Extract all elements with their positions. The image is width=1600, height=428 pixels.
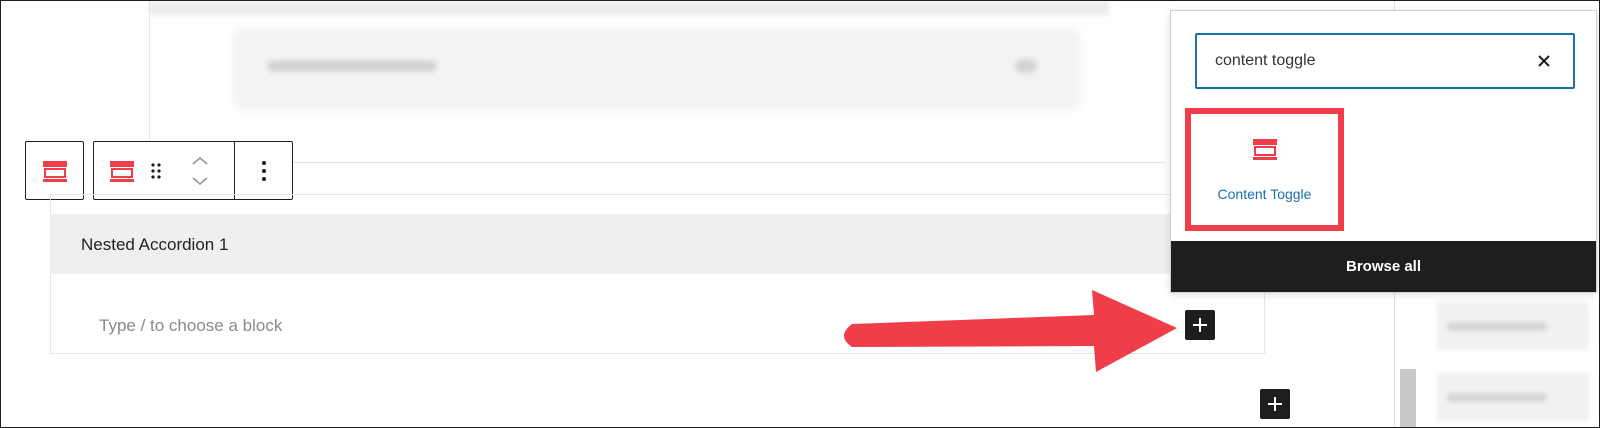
more-vertical-icon — [261, 160, 266, 181]
block-placeholder[interactable]: Type / to choose a block — [99, 316, 282, 336]
close-icon — [1538, 55, 1550, 67]
accordion-title-bar[interactable] — [50, 214, 1265, 274]
highlight-frame: Content Toggle — [1185, 108, 1344, 231]
block-toolbar — [93, 141, 293, 200]
accordion-title[interactable]: Nested Accordion 1 — [81, 235, 228, 255]
chevron-up-down-icon — [192, 156, 208, 185]
sidebar-blurred-item — [1437, 302, 1589, 350]
search-input[interactable]: content toggle — [1215, 52, 1316, 70]
sidebar-scrollbar[interactable] — [1400, 369, 1416, 427]
plus-icon — [1268, 397, 1282, 411]
blurred-block-content — [237, 31, 1077, 103]
parent-block-selector-button[interactable] — [25, 141, 84, 200]
sidebar-blurred-item — [1437, 373, 1589, 421]
drag-handle-icon — [151, 162, 161, 179]
append-block-button[interactable] — [1260, 389, 1290, 419]
inline-add-block-button[interactable] — [1185, 310, 1215, 340]
content-toggle-icon — [110, 160, 134, 182]
browse-all-button[interactable]: Browse all — [1171, 241, 1596, 292]
plus-icon — [1193, 318, 1207, 332]
block-inserter-popover: content toggle Content Toggle Browse all — [1170, 10, 1597, 293]
content-toggle-icon — [42, 160, 67, 182]
block-search-field[interactable]: content toggle — [1195, 33, 1575, 89]
block-result-label: Content Toggle — [1217, 186, 1312, 202]
clear-search-button[interactable] — [1529, 46, 1559, 76]
drag-handle-button[interactable] — [144, 142, 168, 199]
move-up-down-button[interactable] — [182, 142, 218, 199]
block-result-content-toggle[interactable]: Content Toggle — [1197, 120, 1332, 219]
content-toggle-icon — [1252, 139, 1277, 160]
editor-canvas: Nested Accordion 1 Type / to choose a bl… — [0, 0, 1600, 428]
block-options-button[interactable] — [235, 142, 292, 199]
block-type-button[interactable] — [104, 142, 140, 199]
red-arrow-icon — [844, 290, 1177, 372]
